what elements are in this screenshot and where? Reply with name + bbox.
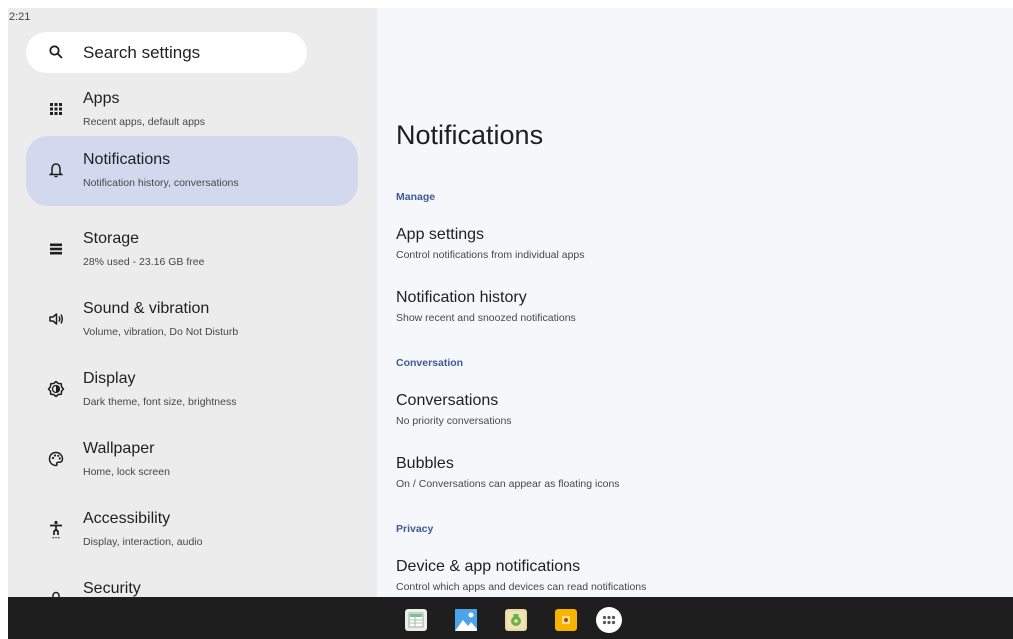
pref-title: Bubbles [396, 455, 454, 472]
section-header-manage: Manage [396, 191, 436, 203]
search-settings-label: Search settings [83, 43, 201, 62]
storage-icon [46, 239, 66, 259]
files-app-icon[interactable] [555, 609, 577, 631]
pref-bubbles[interactable]: Bubbles On / Conversations can appear as… [396, 455, 976, 505]
pref-conversations[interactable]: Conversations No priority conversations [396, 392, 976, 442]
pref-device-app-notifications[interactable]: Device & app notifications Control which… [396, 558, 976, 597]
sidebar-item-sound-vibration[interactable]: Sound & vibration Volume, vibration, Do … [26, 285, 358, 355]
sidebar-item-accessibility[interactable]: Accessibility Display, interaction, audi… [26, 495, 358, 565]
gallery-app-icon[interactable] [455, 609, 477, 631]
sidebar-item-title: Display [83, 370, 136, 387]
pref-title: Notification history [396, 289, 527, 306]
pref-subtitle: Control which apps and devices can read … [396, 581, 647, 593]
bell-icon [46, 160, 66, 180]
sidebar-item-apps[interactable]: Apps Recent apps, default apps [26, 75, 358, 145]
pref-subtitle: Control notifications from individual ap… [396, 249, 585, 261]
section-header-privacy: Privacy [396, 523, 434, 535]
sidebar-item-title: Storage [83, 230, 140, 247]
pref-subtitle: On / Conversations can appear as floatin… [396, 478, 620, 490]
sidebar-item-subtitle: Recent apps, default apps [83, 116, 206, 128]
sidebar-item-subtitle: Volume, vibration, Do Not Disturb [83, 326, 239, 338]
sidebar-item-title: Apps [83, 90, 120, 107]
pref-subtitle: No priority conversations [396, 415, 512, 427]
notifications-content: Notifications Manage App settings Contro… [377, 8, 1013, 597]
palette-icon [46, 449, 66, 469]
sidebar-item-subtitle: 28% used - 23.16 GB free [83, 256, 205, 268]
pref-title: Device & app notifications [396, 558, 581, 575]
search-settings-bar[interactable]: Search settings [26, 32, 307, 73]
speaker-icon [46, 309, 66, 329]
pref-title: Conversations [396, 392, 499, 409]
sidebar-item-subtitle: Home, lock screen [83, 466, 170, 478]
sidebar-item-title: Sound & vibration [83, 300, 210, 317]
sidebar-item-title: Security [83, 580, 141, 597]
sidebar-item-title: Notifications [83, 151, 171, 168]
sidebar-item-wallpaper[interactable]: Wallpaper Home, lock screen [26, 425, 358, 495]
sidebar-item-subtitle: Dark theme, font size, brightness [83, 396, 237, 408]
sidebar-item-title: Wallpaper [83, 440, 155, 457]
sidebar-item-security[interactable]: Security [26, 565, 358, 597]
status-time: 2:21 [9, 11, 31, 23]
sidebar-item-title: Accessibility [83, 510, 171, 527]
sidebar-item-storage[interactable]: Storage 28% used - 23.16 GB free [26, 215, 358, 285]
android-app-icon[interactable] [505, 609, 527, 631]
app-drawer-icon[interactable] [596, 607, 622, 633]
pref-title: App settings [396, 226, 485, 243]
taskbar [8, 597, 1013, 639]
accessibility-icon [46, 519, 66, 539]
apps-grid-icon [46, 99, 66, 119]
pref-subtitle: Show recent and snoozed notifications [396, 312, 576, 324]
sidebar-item-display[interactable]: Display Dark theme, font size, brightnes… [26, 355, 358, 425]
pref-app-settings[interactable]: App settings Control notifications from … [396, 226, 976, 276]
sheets-app-icon[interactable] [405, 609, 427, 631]
sidebar-item-subtitle: Notification history, conversations [83, 177, 239, 189]
settings-screen: 2:21 Search settings Apps Recent apps, d… [8, 8, 1013, 639]
settings-sidebar: 2:21 Search settings Apps Recent apps, d… [8, 8, 377, 597]
sidebar-item-subtitle: Display, interaction, audio [83, 536, 203, 548]
sidebar-item-notifications[interactable]: Notifications Notification history, conv… [26, 136, 358, 206]
search-icon [48, 44, 64, 60]
pref-notification-history[interactable]: Notification history Show recent and sno… [396, 289, 976, 339]
section-header-conversation: Conversation [396, 357, 464, 369]
lock-icon [46, 589, 66, 597]
brightness-icon [46, 379, 66, 399]
page-title: Notifications [396, 120, 544, 150]
